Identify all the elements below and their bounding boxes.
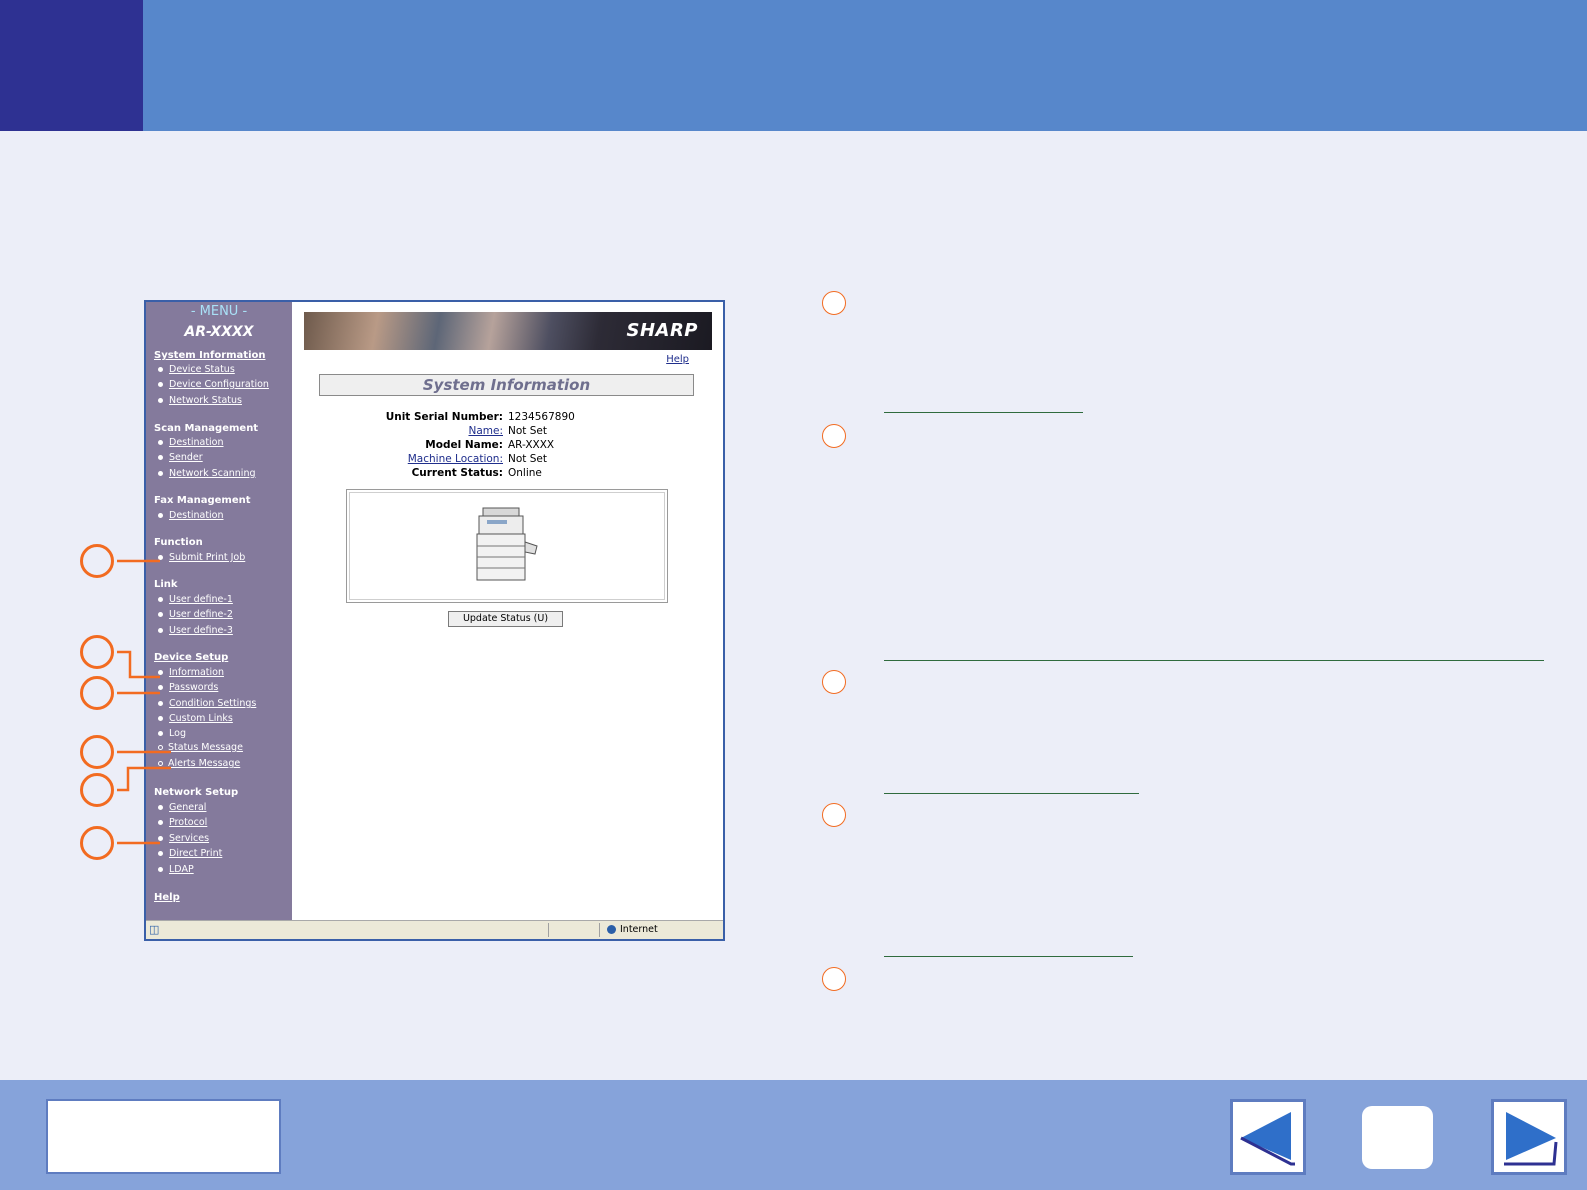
callout-marker	[80, 735, 114, 769]
menu-item-user-define-2[interactable]: User define-2	[158, 609, 233, 620]
callout-marker	[80, 676, 114, 710]
callout-marker	[80, 635, 114, 669]
menu-item-information[interactable]: Information	[158, 667, 224, 678]
callout-marker	[80, 773, 114, 807]
menu-section-network-setup: Network Setup	[154, 787, 239, 798]
menu-item-network-status[interactable]: Network Status	[158, 395, 242, 406]
info-row-status: Current Status: Online	[292, 467, 723, 481]
menu-item-device-status[interactable]: Device Status	[158, 364, 235, 375]
menu-item-general[interactable]: General	[158, 802, 206, 813]
triangle-right-icon	[1504, 1112, 1558, 1166]
copier-icon	[476, 507, 538, 581]
info-label: Model Name:	[425, 439, 503, 451]
menu-item-submit-print-job[interactable]: Submit Print Job	[158, 552, 245, 563]
sharp-banner: SHARP	[304, 312, 712, 350]
info-row-name: Name: Not Set	[292, 425, 723, 439]
update-status-button[interactable]: Update Status (U)	[448, 611, 563, 627]
help-link[interactable]: Help	[666, 354, 689, 365]
menu-item-alerts-message[interactable]: Alerts Message	[158, 758, 240, 769]
menu-section-help[interactable]: Help	[154, 892, 180, 903]
sharp-logo: SHARP	[626, 320, 698, 341]
menu-item-passwords[interactable]: Passwords	[158, 682, 218, 693]
page-icon: ◫	[149, 923, 160, 936]
menu-item-condition-settings[interactable]: Condition Settings	[158, 698, 256, 709]
menu-item-custom-links[interactable]: Custom Links	[158, 713, 233, 724]
info-label: Current Status:	[411, 467, 503, 479]
machine-image-box	[346, 489, 668, 603]
step-marker	[822, 291, 846, 315]
menu-item-user-define-1[interactable]: User define-1	[158, 594, 233, 605]
contents-button[interactable]	[46, 1099, 281, 1174]
menu-item-fax-destination[interactable]: Destination	[158, 510, 224, 521]
menu-section-scan-management: Scan Management	[154, 423, 259, 434]
embedded-screenshot: - MENU - AR-XXXX System Information Devi…	[144, 300, 725, 941]
section-rule	[884, 793, 1139, 794]
menu-item-protocol[interactable]: Protocol	[158, 817, 207, 828]
info-value: AR-XXXX	[508, 439, 555, 451]
info-value: Online	[508, 467, 542, 479]
info-value: 1234567890	[508, 411, 575, 423]
menu-section-link: Link	[154, 579, 178, 590]
info-value: Not Set	[508, 453, 547, 465]
menu-item-scan-destination[interactable]: Destination	[158, 437, 224, 448]
chapter-block	[0, 0, 143, 131]
previous-page-button[interactable]	[1230, 1099, 1306, 1175]
menu-item-network-scanning[interactable]: Network Scanning	[158, 468, 256, 479]
step-marker	[822, 803, 846, 827]
browser-statusbar: ◫ Internet	[146, 920, 723, 939]
name-link[interactable]: Name:	[468, 425, 503, 437]
info-label: Unit Serial Number:	[385, 411, 503, 423]
menu-item-direct-print[interactable]: Direct Print	[158, 848, 222, 859]
step-marker	[822, 670, 846, 694]
content-pane: SHARP Help System Information Unit Seria…	[292, 302, 723, 920]
info-value: Not Set	[508, 425, 547, 437]
menu-item-user-define-3[interactable]: User define-3	[158, 625, 233, 636]
info-row-model: Model Name: AR-XXXX	[292, 439, 723, 453]
menu-section-device-setup[interactable]: Device Setup	[154, 652, 228, 663]
step-marker	[822, 967, 846, 991]
machine-location-link[interactable]: Machine Location:	[408, 453, 503, 465]
next-page-button[interactable]	[1491, 1099, 1567, 1175]
menu-item-sender[interactable]: Sender	[158, 452, 203, 463]
info-row-location: Machine Location: Not Set	[292, 453, 723, 467]
step-marker	[822, 424, 846, 448]
header-bar	[0, 0, 1587, 131]
menu-item-services[interactable]: Services	[158, 833, 209, 844]
home-button[interactable]	[1362, 1106, 1433, 1169]
triangle-left-icon	[1240, 1112, 1295, 1166]
menu-item-log: Log	[158, 728, 186, 739]
info-row-serial: Unit Serial Number: 1234567890	[292, 411, 723, 425]
menu-title: - MENU -	[190, 304, 248, 319]
page-title: System Information	[319, 374, 694, 396]
menu-item-status-message[interactable]: Status Message	[158, 742, 243, 753]
callout-marker	[80, 826, 114, 860]
menu-section-fax-management: Fax Management	[154, 495, 251, 506]
menu-section-system-information[interactable]: System Information	[154, 350, 266, 361]
menu-model: AR-XXXX	[184, 324, 254, 340]
menu-section-function: Function	[154, 537, 203, 548]
web-menu: - MENU - AR-XXXX System Information Devi…	[146, 302, 292, 920]
zone-label: Internet	[620, 924, 658, 935]
section-rule	[884, 956, 1133, 957]
globe-icon	[607, 925, 616, 934]
menu-item-ldap[interactable]: LDAP	[158, 864, 194, 875]
callout-marker	[80, 544, 114, 578]
section-rule	[884, 660, 1544, 661]
menu-item-device-configuration[interactable]: Device Configuration	[158, 379, 269, 390]
section-rule	[884, 412, 1083, 413]
